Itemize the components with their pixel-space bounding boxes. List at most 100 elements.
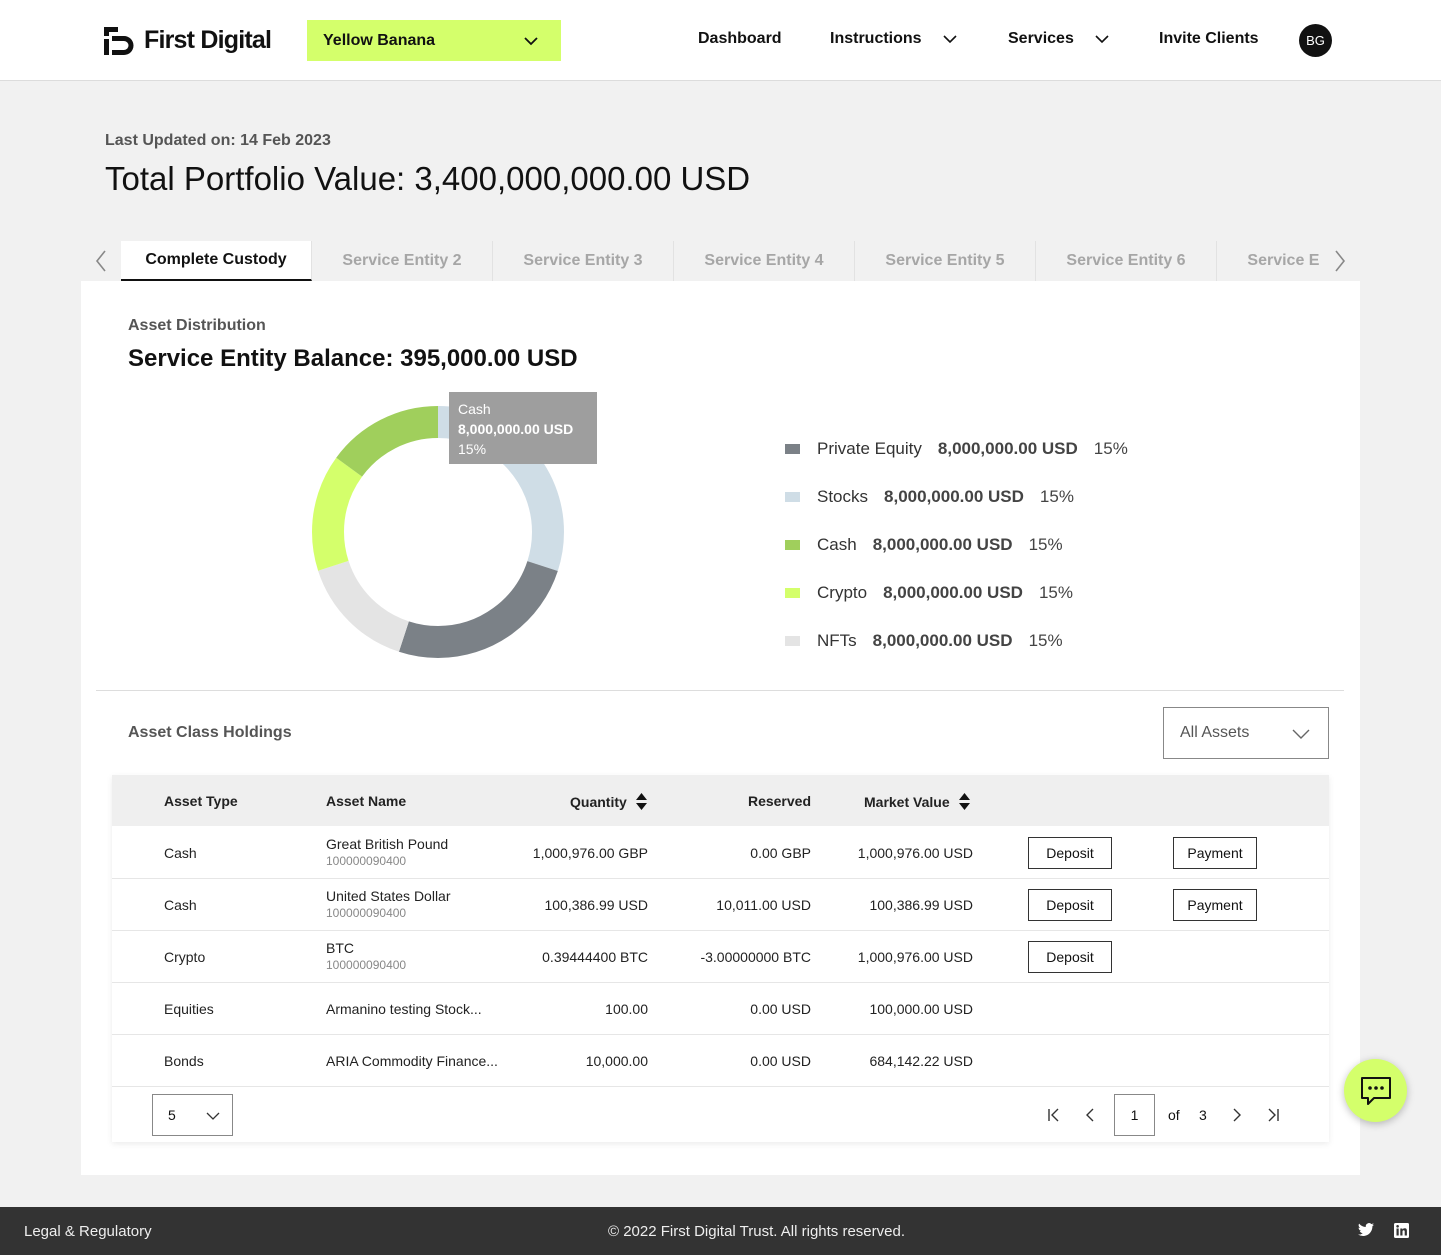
section-divider bbox=[96, 690, 1344, 691]
chevron-down-icon bbox=[206, 1112, 220, 1120]
column-header-asset-name: Asset Name bbox=[326, 793, 406, 809]
nav-instructions[interactable]: Instructions bbox=[830, 30, 958, 48]
payment-button[interactable]: Payment bbox=[1173, 889, 1257, 921]
legend-percent: 15% bbox=[1028, 535, 1063, 554]
asset-name-cell: Armanino testing Stock... bbox=[326, 1001, 482, 1017]
asset-class-holdings-label: Asset Class Holdings bbox=[128, 724, 292, 741]
legend-amount: 8,000,000.00 USD bbox=[872, 535, 1013, 554]
chat-icon bbox=[1360, 1076, 1391, 1105]
deposit-button[interactable]: Deposit bbox=[1028, 941, 1112, 973]
reserved-cell: 0.00 GBP bbox=[750, 845, 811, 861]
legend-name: NFTs bbox=[817, 631, 857, 650]
sort-icon[interactable] bbox=[958, 793, 970, 810]
chevron-left-icon bbox=[1086, 1108, 1094, 1122]
twitter-link[interactable] bbox=[1358, 1223, 1374, 1239]
legend-item-crypto: Crypto 8,000,000.00 USD 15% bbox=[785, 569, 1128, 617]
market-value-cell: 1,000,976.00 USD bbox=[857, 845, 973, 861]
asset-name-cell: Great British Pound 100000090400 bbox=[326, 836, 448, 868]
linkedin-link[interactable] bbox=[1394, 1223, 1410, 1239]
table-header: Asset Type Asset Name Quantity Reserved … bbox=[112, 775, 1329, 826]
copyright-text: © 2022 First Digital Trust. All rights r… bbox=[608, 1223, 905, 1240]
asset-name-cell: ARIA Commodity Finance... bbox=[326, 1053, 498, 1069]
chat-button[interactable] bbox=[1344, 1059, 1407, 1122]
quantity-cell: 100,386.99 USD bbox=[544, 897, 648, 913]
nav-dashboard-label: Dashboard bbox=[698, 30, 782, 47]
quantity-cell: 100.00 bbox=[605, 1001, 648, 1017]
first-page-button[interactable] bbox=[1046, 1107, 1062, 1123]
tab-service-entity-5[interactable]: Service Entity 5 bbox=[855, 241, 1036, 281]
legend-swatch bbox=[785, 636, 800, 646]
service-entity-balance: Service Entity Balance: 395,000.00 USD bbox=[128, 345, 578, 372]
page-footer: Legal & Regulatory © 2022 First Digital … bbox=[0, 1207, 1441, 1255]
tab-complete-custody[interactable]: Complete Custody bbox=[121, 241, 312, 281]
chevron-down-icon bbox=[1095, 35, 1109, 44]
tab-service-entity-4[interactable]: Service Entity 4 bbox=[674, 241, 855, 281]
legend-amount: 8,000,000.00 USD bbox=[884, 487, 1024, 506]
legend-item-stocks: Stocks 8,000,000.00 USD 15% bbox=[785, 473, 1128, 521]
tab-service-entity-2[interactable]: Service Entity 2 bbox=[312, 241, 493, 281]
entity-dropdown[interactable]: Yellow Banana bbox=[307, 20, 561, 61]
next-page-button[interactable] bbox=[1228, 1107, 1244, 1123]
tab-service-entity-3[interactable]: Service Entity 3 bbox=[493, 241, 674, 281]
user-avatar[interactable]: BG bbox=[1299, 24, 1332, 57]
nav-services[interactable]: Services bbox=[1008, 30, 1110, 48]
reserved-cell: 0.00 USD bbox=[750, 1001, 811, 1017]
legend-percent: 15% bbox=[1039, 487, 1074, 506]
market-value-cell: 100,386.99 USD bbox=[869, 897, 973, 913]
legend-swatch bbox=[785, 492, 800, 502]
tabs-scroll-left-button[interactable] bbox=[81, 241, 121, 281]
quantity-cell: 1,000,976.00 GBP bbox=[532, 845, 648, 861]
account-number: 100000090400 bbox=[326, 854, 407, 868]
logo-text: First Digital bbox=[144, 26, 272, 54]
linkedin-icon bbox=[1394, 1223, 1409, 1238]
column-header-reserved: Reserved bbox=[748, 793, 811, 809]
chevron-down-icon bbox=[942, 35, 957, 44]
legend-name: Private Equity bbox=[817, 439, 922, 458]
last-updated-text: Last Updated on: 14 Feb 2023 bbox=[105, 132, 331, 149]
table-row: Cash United States Dollar 100000090400 1… bbox=[112, 879, 1329, 931]
asset-name: Armanino testing Stock... bbox=[326, 1001, 482, 1017]
asset-filter-value: All Assets bbox=[1180, 724, 1250, 741]
tabs-scroll-right-button[interactable] bbox=[1320, 241, 1360, 281]
nav-invite-clients[interactable]: Invite Clients bbox=[1159, 30, 1259, 48]
chevron-left-icon bbox=[95, 250, 106, 272]
page-size-value: 5 bbox=[168, 1107, 176, 1123]
column-header-quantity[interactable]: Quantity bbox=[570, 793, 647, 810]
market-value-cell: 684,142.22 USD bbox=[869, 1053, 973, 1069]
tooltip-amount: 8,000,000.00 USD bbox=[458, 421, 574, 437]
twitter-icon bbox=[1358, 1223, 1374, 1236]
deposit-button[interactable]: Deposit bbox=[1028, 837, 1112, 869]
legend-item-cash: Cash 8,000,000.00 USD 15% bbox=[785, 521, 1128, 569]
legend-name: Crypto bbox=[817, 583, 868, 602]
first-digital-logo[interactable]: First Digital bbox=[104, 26, 272, 55]
service-entity-tabs: Complete Custody Service Entity 2 Servic… bbox=[81, 241, 1360, 281]
table-pagination: 5 1 of 3 bbox=[112, 1087, 1329, 1142]
chart-legend: Private Equity 8,000,000.00 USD 15% Stoc… bbox=[785, 425, 1128, 665]
legend-amount: 8,000,000.00 USD bbox=[872, 631, 1013, 650]
chevron-down-icon bbox=[524, 37, 538, 46]
tab-service-entity-6[interactable]: Service Entity 6 bbox=[1036, 241, 1217, 281]
previous-page-button[interactable] bbox=[1083, 1107, 1099, 1123]
legal-regulatory-link[interactable]: Legal & Regulatory bbox=[24, 1223, 152, 1240]
column-header-label: Quantity bbox=[570, 793, 627, 810]
asset-type-cell: Cash bbox=[164, 845, 197, 861]
last-page-button[interactable] bbox=[1265, 1107, 1281, 1123]
column-header-market-value[interactable]: Market Value bbox=[864, 793, 970, 810]
nav-dashboard[interactable]: Dashboard bbox=[698, 30, 782, 48]
legend-percent: 15% bbox=[1028, 631, 1063, 650]
asset-filter-dropdown[interactable]: All Assets bbox=[1163, 707, 1329, 759]
asset-type-cell: Cash bbox=[164, 897, 197, 913]
asset-name: BTC bbox=[326, 940, 354, 956]
payment-button[interactable]: Payment bbox=[1173, 837, 1257, 869]
legend-item-private-equity: Private Equity 8,000,000.00 USD 15% bbox=[785, 425, 1128, 473]
page-size-select[interactable]: 5 bbox=[152, 1094, 233, 1136]
table-row: Bonds ARIA Commodity Finance... 10,000.0… bbox=[112, 1035, 1329, 1087]
legend-swatch bbox=[785, 444, 800, 454]
asset-type-cell: Bonds bbox=[164, 1053, 204, 1069]
reserved-cell: 0.00 USD bbox=[750, 1053, 811, 1069]
logo-mark-icon bbox=[104, 26, 134, 55]
deposit-button[interactable]: Deposit bbox=[1028, 889, 1112, 921]
current-page-input[interactable]: 1 bbox=[1114, 1094, 1155, 1136]
quantity-cell: 0.39444400 BTC bbox=[542, 949, 648, 965]
sort-icon[interactable] bbox=[635, 793, 647, 810]
